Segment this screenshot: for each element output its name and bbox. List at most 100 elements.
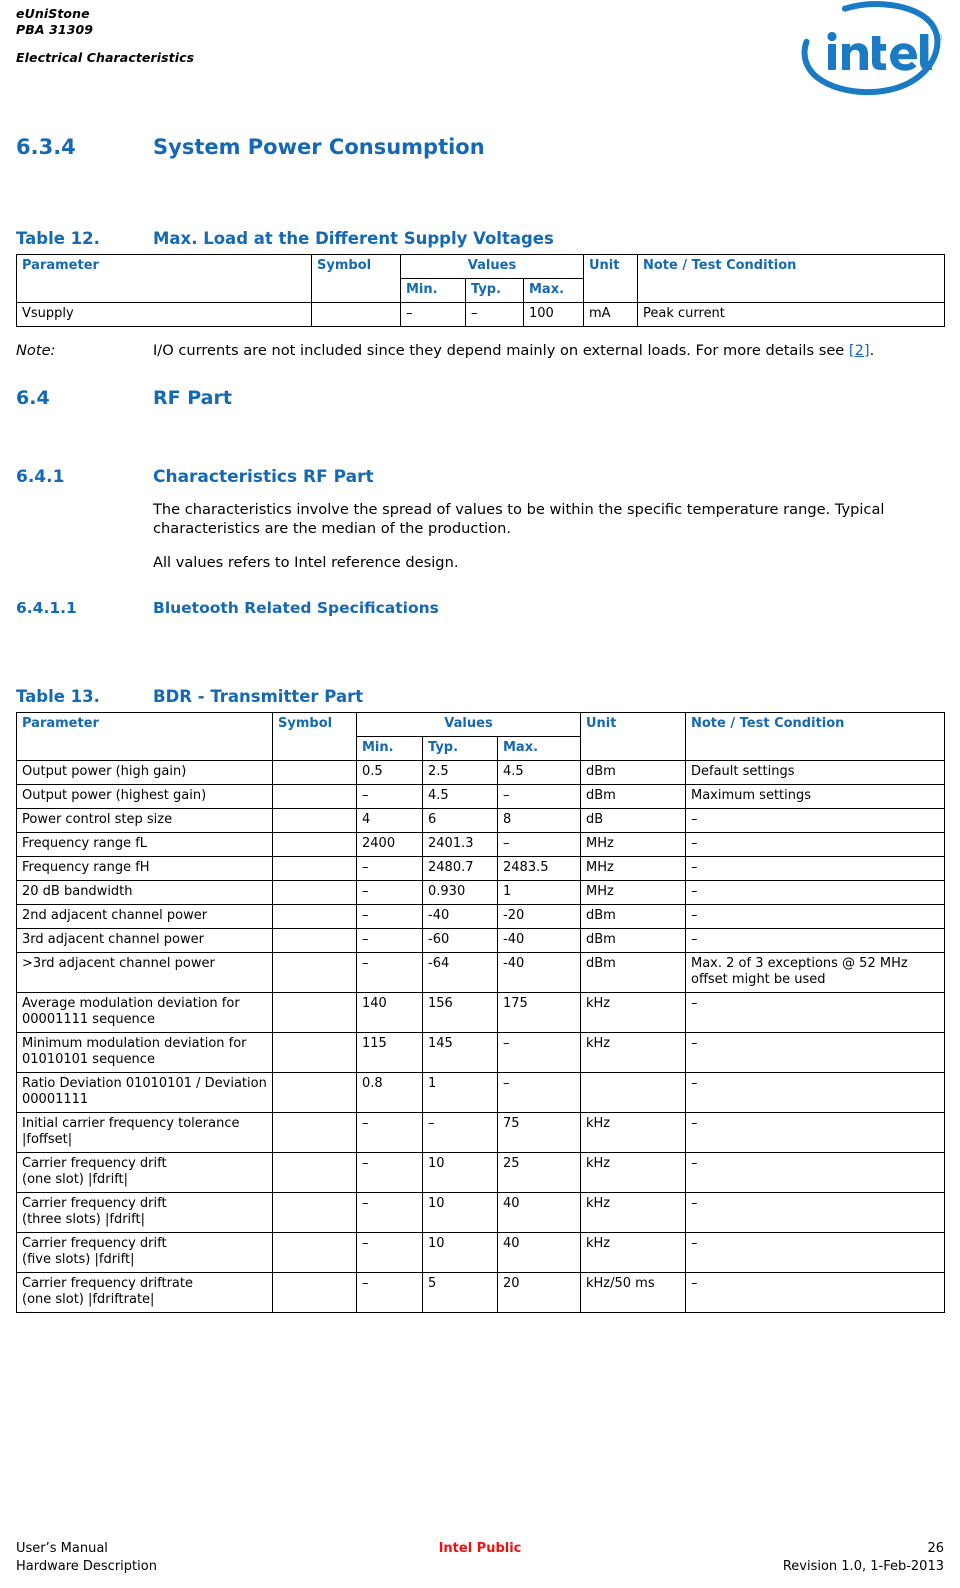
heading-6-4-1-1-title: Bluetooth Related Specifications <box>153 599 439 617</box>
cell-typ: 2401.3 <box>422 832 498 857</box>
paragraph-reference-design: All values refers to Intel reference des… <box>153 554 459 571</box>
footer-line-bottom: Hardware Description Revision 1.0, 1-Feb… <box>16 1558 944 1576</box>
table-13-th-note: Note / Test Condition <box>685 712 945 761</box>
heading-6-3-4: 6.3.4 System Power Consumption <box>16 134 944 160</box>
cell-note: – <box>685 1072 945 1113</box>
table-row: Carrier frequency drift (one slot) |fdrif… <box>16 1152 945 1193</box>
cell-typ: 4.5 <box>422 784 498 809</box>
table-12-max-load-supply-voltages: Parameter Symbol Values Unit Note / Test… <box>16 254 945 327</box>
heading-6-3-4-title: System Power Consumption <box>153 135 485 159</box>
table-12-th-symbol: Symbol <box>311 254 401 303</box>
cell-parameter: Initial carrier frequency tolerance |fof… <box>16 1112 273 1153</box>
cell-min: – <box>356 904 423 929</box>
table-13-caption: Table 13. BDR - Transmitter Part <box>16 686 944 707</box>
cell-symbol <box>272 904 357 929</box>
cell-unit: kHz <box>580 1192 686 1233</box>
table-row: Ratio Deviation 01010101 / Deviation 000… <box>16 1072 945 1113</box>
table-row: Frequency range fH –2480.7 2483.5 MHz – <box>16 856 945 881</box>
heading-6-4-1-1-number: 6.4.1.1 <box>16 599 77 617</box>
footer-classification: Intel Public <box>438 1541 522 1556</box>
table-row: Vsupply – – 100 mA Peak current <box>16 302 945 327</box>
header-document-identity: eUniStone PBA 31309 Electrical Character… <box>16 6 194 66</box>
table-12-th-max: Max. <box>523 278 584 303</box>
cell-note: Peak current <box>637 302 945 327</box>
cell-parameter: 3rd adjacent channel power <box>16 928 273 953</box>
cell-min: 4 <box>356 808 423 833</box>
cell-min: – <box>356 1112 423 1153</box>
heading-6-3-4-number: 6.3.4 <box>16 135 76 159</box>
cell-symbol <box>272 1112 357 1153</box>
cell-parameter: Output power (high gain) <box>16 760 273 785</box>
cell-parameter: Vsupply <box>16 302 312 327</box>
cell-unit: dBm <box>580 952 686 993</box>
cell-max: 175 <box>497 992 581 1033</box>
cell-note: – <box>685 904 945 929</box>
cell-typ: 156 <box>422 992 498 1033</box>
footer-document-type: Hardware Description <box>16 1559 157 1574</box>
reference-link-2[interactable]: [2] <box>849 342 870 359</box>
document-page: eUniStone PBA 31309 Electrical Character… <box>0 0 960 1588</box>
cell-symbol <box>272 952 357 993</box>
cell-min: – <box>356 928 423 953</box>
table-13-header-row-1: Parameter Symbol Values Unit Note / Test… <box>16 712 945 761</box>
cell-note: Max. 2 of 3 exceptions @ 52 MHz offset m… <box>685 952 945 993</box>
cell-max: 8 <box>497 808 581 833</box>
cell-unit: dBm <box>580 760 686 785</box>
cell-unit: mA <box>583 302 638 327</box>
cell-typ: – <box>422 1112 498 1153</box>
intel-logo: ® <box>792 0 944 100</box>
cell-parameter: Power control step size <box>16 808 273 833</box>
table-row: Frequency range fL 2400 2401.3– MHz – <box>16 832 945 857</box>
table-13-th-typ: Typ. <box>422 736 498 761</box>
cell-note: – <box>685 1192 945 1233</box>
table-12-th-typ: Typ. <box>465 278 524 303</box>
table-12-caption-title: Max. Load at the Different Supply Voltag… <box>153 229 554 248</box>
cell-unit: kHz/50 ms <box>580 1272 686 1313</box>
table-row: Output power (high gain) 0.5 2.5 4.5 dBm Defa… <box>16 760 945 785</box>
cell-unit: MHz <box>580 880 686 905</box>
table-row: >3rd adjacent channel power – -64 -40 dBm Max… <box>16 952 945 993</box>
cell-min: 2400 <box>356 832 423 857</box>
note-block: Note: I/O currents are not included sinc… <box>16 341 944 360</box>
cell-parameter: Frequency range fL <box>16 832 273 857</box>
table-row: 2nd adjacent channel power – -40 -20 dBm – <box>16 904 945 929</box>
table-row: 3rd adjacent channel power – -60 -40 dBm – <box>16 928 945 953</box>
page-footer: User’s Manual Intel Public 26 Hardware D… <box>16 1540 944 1576</box>
cell-symbol <box>272 1152 357 1193</box>
cell-parameter: Minimum modulation deviation for 0101010… <box>16 1032 273 1073</box>
table-13-th-max: Max. <box>497 736 581 761</box>
header-part-number: PBA 31309 <box>16 22 94 37</box>
header-chapter-title: Electrical Characteristics <box>16 50 195 65</box>
cell-typ: 1 <box>422 1072 498 1113</box>
cell-typ: 10 <box>422 1232 498 1273</box>
table-row: Output power (highest gain) –4.5– dBm Maxim… <box>16 784 945 809</box>
cell-max: 25 <box>497 1152 581 1193</box>
cell-unit: kHz <box>580 1032 686 1073</box>
cell-unit: kHz <box>580 1232 686 1273</box>
cell-max: – <box>497 784 581 809</box>
cell-max: – <box>497 1072 581 1113</box>
cell-symbol <box>272 1192 357 1233</box>
cell-symbol <box>272 808 357 833</box>
cell-max: – <box>497 1032 581 1073</box>
table-row: Power control step size 4 6 8 dB – <box>16 808 945 833</box>
cell-parameter: 2nd adjacent channel power <box>16 904 273 929</box>
cell-symbol <box>311 302 401 327</box>
cell-parameter: Output power (highest gain) <box>16 784 273 809</box>
cell-max: 20 <box>497 1272 581 1313</box>
cell-min: – <box>356 952 423 993</box>
footer-page-number: 26 <box>927 1541 944 1556</box>
cell-max: 40 <box>497 1192 581 1233</box>
note-text: I/O currents are not included since they… <box>153 341 944 360</box>
heading-6-4-1-title: Characteristics RF Part <box>153 467 374 487</box>
cell-typ: 10 <box>422 1152 498 1193</box>
cell-parameter: Carrier frequency drift (three slots) |fd… <box>16 1192 273 1233</box>
cell-max: -40 <box>497 928 581 953</box>
cell-symbol <box>272 784 357 809</box>
cell-min: 0.5 <box>356 760 423 785</box>
table-row: Initial carrier frequency tolerance |fof… <box>16 1112 945 1153</box>
table-row: 20 dB bandwidth –0.930 1 MHz – <box>16 880 945 905</box>
cell-parameter: Average modulation deviation for 0000111… <box>16 992 273 1033</box>
cell-max: 75 <box>497 1112 581 1153</box>
registered-trademark-icon: ® <box>935 33 943 42</box>
